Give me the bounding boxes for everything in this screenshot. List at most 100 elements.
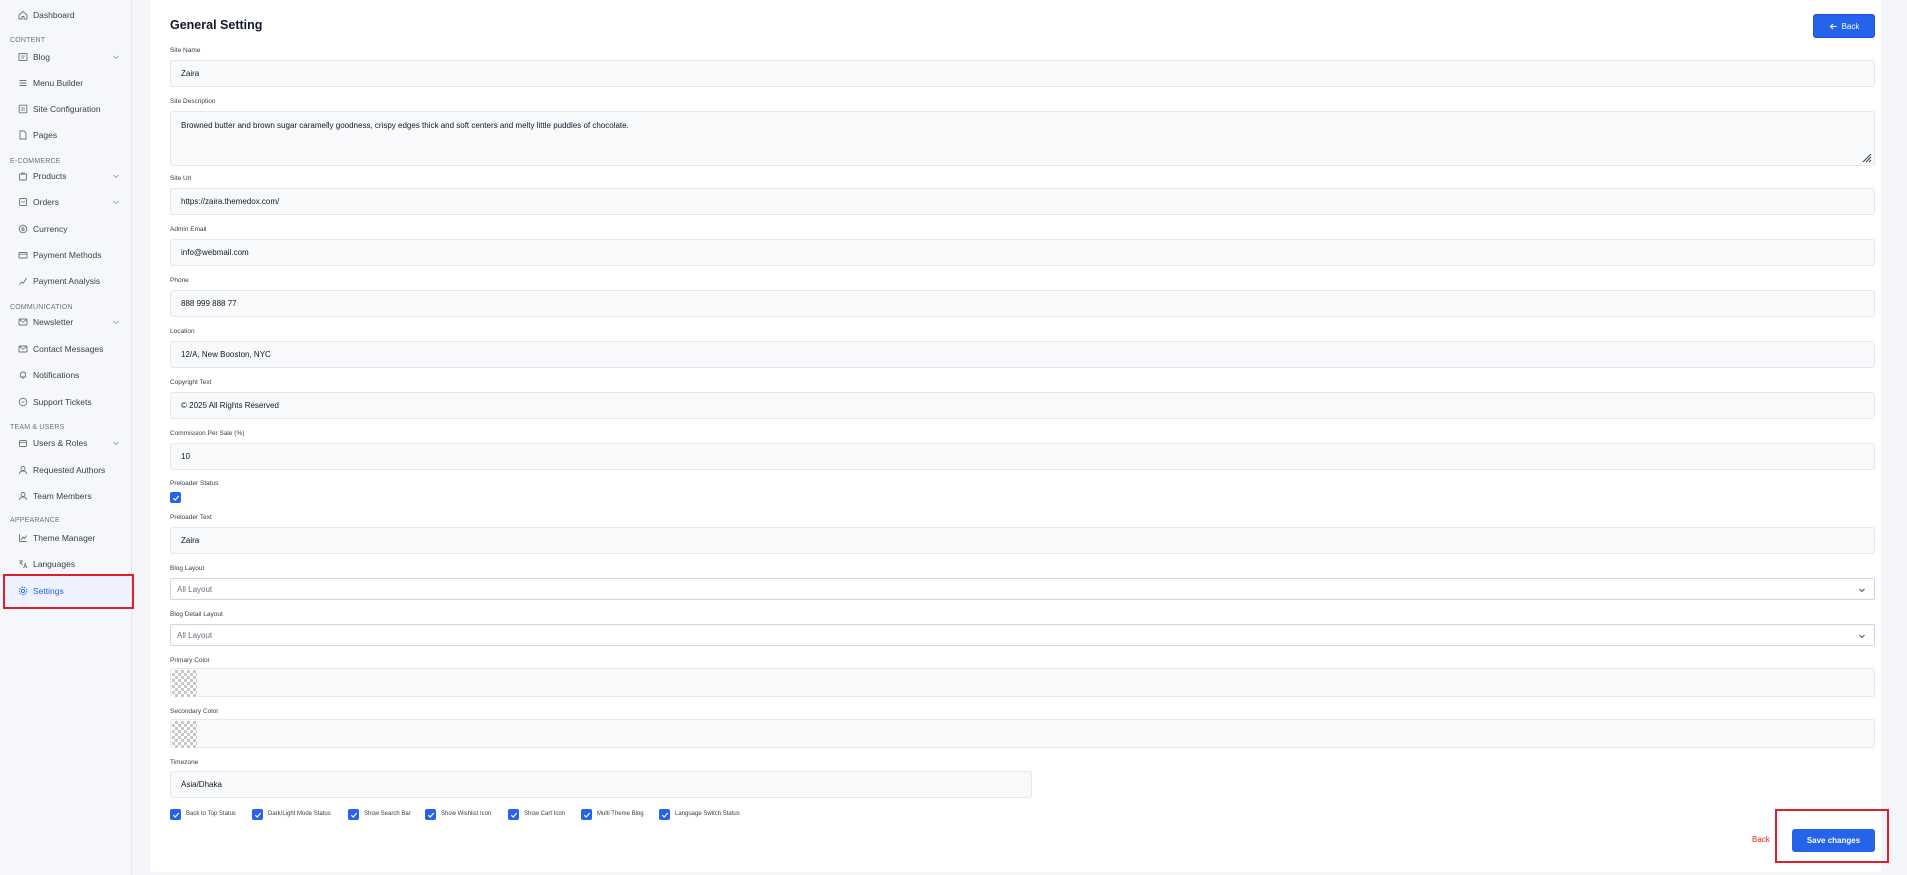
show-search-bar-label: Show Search Bar	[364, 811, 411, 817]
sidebar-item-payment-analysis[interactable]: Payment Analysis	[10, 270, 128, 292]
site-url-label: Site Url	[170, 175, 192, 182]
preloader-text-input[interactable]: Zaira	[170, 527, 1875, 554]
arrow-left-icon	[1829, 23, 1837, 29]
primary-color-swatch[interactable]	[172, 670, 197, 697]
resize-handle-icon[interactable]	[1860, 151, 1872, 163]
dark-light-mode-checkbox[interactable]	[252, 809, 263, 820]
location-input[interactable]: 12/A, New Booston, NYC	[170, 341, 1875, 368]
back-link-button[interactable]: Back	[1752, 835, 1770, 844]
config-icon	[18, 104, 28, 114]
sidebar-item-requested-authors[interactable]: Requested Authors	[10, 459, 128, 481]
check-icon	[427, 812, 434, 818]
show-cart-icon-checkbox[interactable]	[508, 809, 519, 820]
bag-icon	[18, 171, 28, 181]
sidebar-item-label: Orders	[33, 197, 59, 207]
user-icon	[18, 491, 28, 501]
back-to-top-checkbox[interactable]	[170, 809, 181, 820]
sidebar-item-label: Requested Authors	[33, 465, 106, 475]
sidebar-item-pages[interactable]: Pages	[10, 124, 128, 146]
secondary-color-picker[interactable]	[170, 719, 1875, 748]
sidebar-item-contact-messages[interactable]: Contact Messages	[10, 338, 128, 360]
sidebar-item-label: Settings	[33, 585, 64, 596]
chevron-down-icon	[113, 55, 119, 60]
blog-detail-layout-value: All Layout	[177, 630, 213, 640]
phone-input[interactable]: 888 999 888 77	[170, 290, 1875, 317]
copyright-input[interactable]: © 2025 All Rights Reserved	[170, 392, 1875, 419]
sidebar-item-products[interactable]: Products	[10, 165, 128, 187]
primary-color-picker[interactable]	[170, 668, 1875, 697]
copyright-label: Copyright Text	[170, 379, 212, 386]
sidebar-item-support-tickets[interactable]: Support Tickets	[10, 391, 128, 413]
chevron-down-icon	[113, 174, 119, 179]
sidebar-item-theme-manager[interactable]: Theme Manager	[10, 527, 128, 549]
back-button[interactable]: Back	[1813, 14, 1875, 38]
sidebar-item-label: Pages	[33, 130, 58, 140]
blog-detail-layout-label: Blog Detail Layout	[170, 611, 223, 618]
back-to-top-label: Back to Top Status	[186, 811, 236, 817]
multi-theme-blog-checkbox[interactable]	[581, 809, 592, 820]
analysis-icon	[18, 276, 28, 286]
site-name-label: Site Name	[170, 47, 201, 54]
preloader-status-checkbox[interactable]	[170, 492, 181, 503]
sidebar-item-label: Newsletter	[33, 317, 74, 327]
site-url-input[interactable]: https://zaira.themedox.com/	[170, 188, 1875, 215]
sidebar-item-users-roles[interactable]: Users & Roles	[10, 432, 128, 454]
gear-icon	[18, 586, 28, 596]
show-cart-icon-label: Show Cart Icon	[524, 811, 566, 817]
primary-color-label: Primary Color	[170, 657, 210, 664]
sidebar-item-label: Contact Messages	[33, 344, 104, 354]
phone-label: Phone	[170, 277, 189, 284]
site-description-textarea[interactable]: Browned butter and brown sugar caramelly…	[170, 111, 1875, 166]
sidebar-item-settings[interactable]: Settings	[6, 576, 131, 605]
sidebar-item-notifications[interactable]: Notifications	[10, 364, 128, 386]
timezone-label: Timezone	[170, 759, 199, 766]
check-icon	[510, 812, 517, 818]
save-changes-button[interactable]: Save changes	[1792, 829, 1875, 852]
sidebar-item-newsletter[interactable]: Newsletter	[10, 311, 128, 333]
multi-theme-blog-label: Multi Theme Blog	[597, 811, 644, 817]
secondary-color-swatch[interactable]	[172, 721, 197, 748]
site-name-input[interactable]: Zaira	[170, 60, 1875, 87]
show-search-bar-checkbox[interactable]	[348, 809, 359, 820]
sidebar-item-currency[interactable]: Currency	[10, 218, 128, 240]
sidebar-item-payment-methods[interactable]: Payment Methods	[10, 244, 128, 266]
user-icon	[18, 465, 28, 475]
secondary-color-label: Secondary Color	[170, 708, 219, 715]
sidebar-item-dashboard[interactable]: Dashboard	[10, 4, 128, 26]
sidebar-item-menu-builder[interactable]: Menu Builder	[10, 72, 128, 94]
sidebar-item-languages[interactable]: Languages	[10, 553, 128, 575]
language-icon	[18, 559, 28, 569]
admin-email-label: Admin Email	[170, 226, 207, 233]
currency-icon	[18, 224, 28, 234]
chevron-down-icon	[1859, 634, 1865, 639]
timezone-input[interactable]: Asia/Dhaka	[170, 771, 1032, 798]
page-title: General Setting	[170, 18, 263, 32]
page-icon	[18, 130, 28, 140]
sidebar-item-team-members[interactable]: Team Members	[10, 485, 128, 507]
sidebar-item-label: Menu Builder	[33, 78, 84, 88]
section-label-communication: Communication	[10, 304, 73, 311]
language-switch-checkbox[interactable]	[659, 809, 670, 820]
sidebar-item-label: Theme Manager	[33, 533, 96, 543]
blog-detail-layout-select[interactable]: All Layout	[170, 624, 1875, 646]
sidebar-item-site-configuration[interactable]: Site Configuration	[10, 98, 128, 120]
blog-layout-select[interactable]: All Layout	[170, 578, 1875, 600]
orders-icon	[18, 197, 28, 207]
sidebar-item-orders[interactable]: Orders	[10, 191, 128, 213]
sidebar-item-blog[interactable]: Blog	[10, 46, 128, 68]
blog-icon	[18, 52, 28, 62]
sidebar: Dashboard Content Blog Menu Builder Site…	[0, 0, 132, 875]
site-description-text: Browned butter and brown sugar caramelly…	[181, 121, 629, 130]
sidebar-item-label: Payment Analysis	[33, 276, 101, 286]
sidebar-item-label: Site Configuration	[33, 104, 101, 114]
commission-label: Commission Per Sale (%)	[170, 430, 245, 437]
admin-email-input[interactable]: info@webmail.com	[170, 239, 1875, 266]
check-icon	[172, 495, 179, 501]
show-wishlist-icon-checkbox[interactable]	[425, 809, 436, 820]
blog-layout-label: Blog Layout	[170, 565, 205, 572]
show-wishlist-icon-label: Show Wishlist Icon	[441, 811, 492, 817]
section-label-ecommerce: E-Commerce	[10, 158, 61, 165]
commission-input[interactable]: 10	[170, 443, 1875, 470]
sidebar-item-label: Dashboard	[33, 10, 75, 20]
theme-icon	[18, 533, 28, 543]
